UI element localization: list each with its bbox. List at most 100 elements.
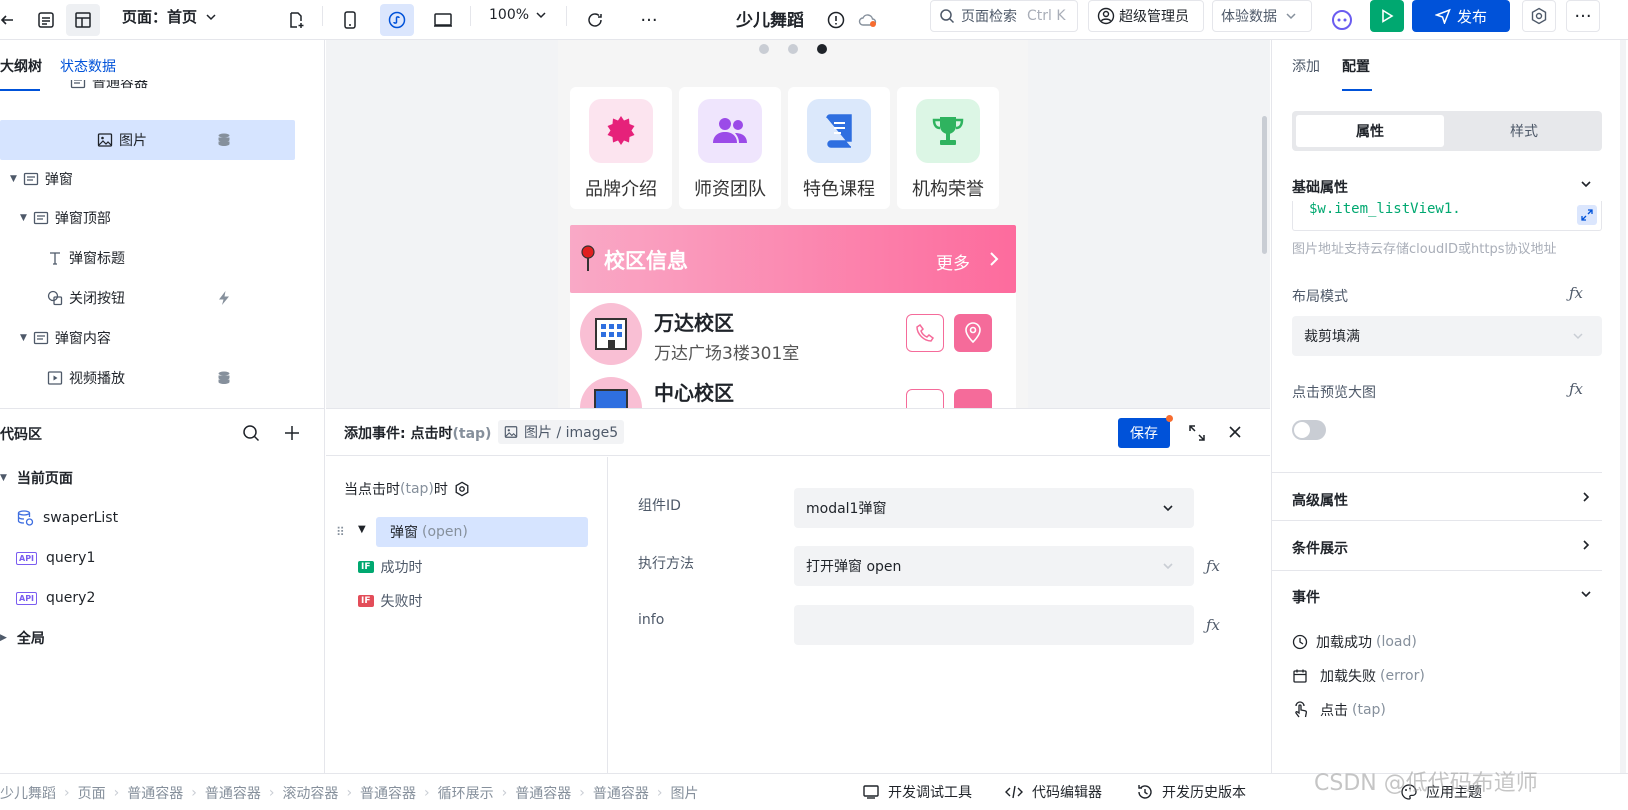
expand-editor-icon[interactable] <box>1577 205 1597 225</box>
expand-icon[interactable] <box>1188 424 1206 442</box>
refresh-icon[interactable] <box>580 4 610 36</box>
event-item-tap[interactable]: 点击 (tap) <box>1292 700 1386 720</box>
settings-icon[interactable] <box>454 481 470 497</box>
component-id-select[interactable]: modal1弹窗 <box>794 488 1194 528</box>
preview-large-toggle[interactable] <box>1292 420 1326 440</box>
drag-handle-icon[interactable]: ⠿ <box>336 525 345 539</box>
location-button[interactable] <box>954 314 992 352</box>
page-list-icon[interactable] <box>30 4 62 36</box>
breadcrumb-item[interactable]: 普通容器 <box>360 783 416 803</box>
breadcrumb-item[interactable]: 普通容器 <box>127 783 183 803</box>
advanced-properties-header[interactable]: 高级属性 <box>1292 490 1348 510</box>
mini-program-view-icon[interactable] <box>380 4 414 36</box>
more-icon[interactable]: ··· <box>634 4 664 36</box>
grid-item-brand[interactable]: 品牌介绍 <box>570 87 672 209</box>
code-editor-button[interactable]: 代码编辑器 <box>1004 782 1102 802</box>
breadcrumb-item[interactable]: 图片 <box>670 783 698 803</box>
phone-call-button[interactable] <box>906 389 944 408</box>
chevron-down-icon[interactable] <box>1580 588 1592 600</box>
right-panel-scrollbar[interactable] <box>1620 40 1626 780</box>
seg-properties[interactable]: 属性 <box>1296 115 1444 147</box>
breadcrumb-item[interactable]: 页面 <box>78 783 106 803</box>
zoom-selector[interactable]: 100% <box>489 7 547 23</box>
tab-outline-tree[interactable]: 大纲树 <box>0 56 42 76</box>
tab-add[interactable]: 添加 <box>1292 56 1320 76</box>
tree-item-image[interactable]: 图片 <box>0 121 300 159</box>
code-group-current-page[interactable]: ▼ 当前页面 <box>0 460 73 496</box>
page-search[interactable]: 页面检索 Ctrl K <box>930 0 1078 32</box>
layout-mode-select[interactable]: 裁剪填满 <box>1292 316 1602 356</box>
info-icon[interactable] <box>824 4 848 36</box>
condition-display-header[interactable]: 条件展示 <box>1292 538 1348 558</box>
ai-assistant-icon[interactable] <box>1326 4 1358 36</box>
save-button[interactable]: 保存 <box>1118 418 1170 448</box>
caret-down-icon[interactable]: ▼ <box>358 524 366 535</box>
publish-button[interactable]: 发布 <box>1412 0 1510 32</box>
canvas-scrollbar[interactable] <box>1262 116 1267 254</box>
tree-item-video[interactable]: 视频播放 <box>0 359 300 397</box>
success-branch[interactable]: IF 成功时 <box>358 557 423 577</box>
campus-header[interactable]: 校区信息 更多 <box>570 225 1016 293</box>
info-input[interactable] <box>794 605 1194 645</box>
fx-icon[interactable]: ƒx <box>1569 284 1583 302</box>
method-select[interactable]: 打开弹窗 open <box>794 546 1194 586</box>
carousel-dot-active[interactable] <box>817 44 827 54</box>
chevron-down-icon[interactable] <box>1580 178 1592 190</box>
carousel-dot[interactable] <box>759 44 769 54</box>
tree-item-modal[interactable]: ▼ 弹窗 <box>0 160 300 198</box>
breadcrumb-item[interactable]: 循环展示 <box>438 783 494 803</box>
carousel-dot[interactable] <box>788 44 798 54</box>
add-page-icon[interactable] <box>282 4 310 36</box>
preview-button[interactable] <box>1370 0 1404 32</box>
fail-branch[interactable]: IF 失败时 <box>358 591 423 611</box>
action-node-modal[interactable]: 弹窗 (open) <box>376 517 588 547</box>
data-mode-select[interactable]: 体验数据 <box>1212 0 1312 32</box>
cloud-sync-icon[interactable] <box>856 4 880 36</box>
events-header[interactable]: 事件 <box>1292 587 1320 607</box>
campus-item[interactable]: 中心校区 <box>570 375 1016 408</box>
grid-item-honor[interactable]: 机构荣誉 <box>897 87 999 209</box>
tree-item-modal-header[interactable]: ▼ 弹窗顶部 <box>0 199 300 237</box>
add-icon[interactable] <box>283 424 301 442</box>
back-arrow-icon[interactable] <box>0 4 14 36</box>
tree-item-container-partial[interactable]: 普通容器 <box>0 80 300 98</box>
breadcrumb-item[interactable]: 普通容器 <box>515 783 571 803</box>
code-group-global[interactable]: ▶ 全局 <box>0 620 45 656</box>
search-icon[interactable] <box>242 424 260 442</box>
location-button[interactable] <box>954 389 992 408</box>
more-link[interactable]: 更多 <box>936 249 970 274</box>
settings-icon[interactable] <box>1522 0 1556 32</box>
mobile-view-icon[interactable] <box>336 4 364 36</box>
tree-item-modal-title[interactable]: 弹窗标题 <box>0 239 300 277</box>
event-item-load[interactable]: 加载成功 (load) <box>1292 632 1417 652</box>
event-item-error[interactable]: 加载失败 (error) <box>1292 666 1425 686</box>
seg-styles[interactable]: 样式 <box>1450 115 1598 147</box>
dev-debug-tool-button[interactable]: 开发调试工具 <box>862 782 972 802</box>
code-item-query1[interactable]: API query1 <box>16 540 95 576</box>
tree-item-modal-content[interactable]: ▼ 弹窗内容 <box>0 319 300 357</box>
user-menu[interactable]: 超级管理员 <box>1088 0 1204 32</box>
chevron-right-icon[interactable] <box>1580 491 1592 503</box>
fx-icon[interactable]: ƒx <box>1569 380 1583 398</box>
grid-item-courses[interactable]: 特色课程 <box>788 87 890 209</box>
tab-config[interactable]: 配置 <box>1342 56 1370 76</box>
breadcrumb-item[interactable]: 普通容器 <box>205 783 261 803</box>
breadcrumb-item[interactable]: 少儿舞蹈 <box>0 783 56 803</box>
campus-item[interactable]: 万达校区 万达广场3楼301室 <box>570 293 1016 375</box>
desktop-view-icon[interactable] <box>428 4 458 36</box>
overflow-menu-icon[interactable]: ··· <box>1566 0 1600 32</box>
basic-properties-header[interactable]: 基础属性 <box>1292 177 1348 197</box>
code-item-query2[interactable]: API query2 <box>16 580 95 616</box>
layout-icon[interactable] <box>66 4 100 36</box>
close-icon[interactable] <box>1227 424 1243 440</box>
fx-icon[interactable]: ƒx <box>1206 616 1220 634</box>
fx-icon[interactable]: ƒx <box>1206 557 1220 575</box>
breadcrumb-item[interactable]: 普通容器 <box>593 783 649 803</box>
page-selector[interactable]: 页面：首页 <box>122 6 217 27</box>
image-src-code-editor[interactable]: $w.item_listView1. <box>1292 201 1602 231</box>
history-version-button[interactable]: 开发历史版本 <box>1136 782 1246 802</box>
grid-item-team[interactable]: 师资团队 <box>679 87 781 209</box>
chevron-right-icon[interactable] <box>1580 539 1592 551</box>
breadcrumb-item[interactable]: 滚动容器 <box>282 783 338 803</box>
tab-state-data[interactable]: 状态数据 <box>60 56 116 76</box>
